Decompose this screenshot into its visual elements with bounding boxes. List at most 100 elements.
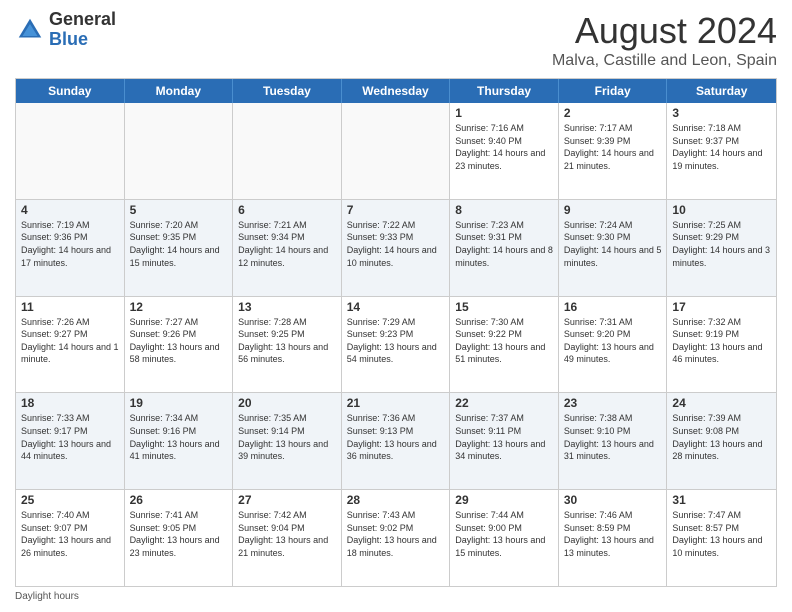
header-day-friday: Friday — [559, 79, 668, 103]
calendar-cell: 27Sunrise: 7:42 AM Sunset: 9:04 PM Dayli… — [233, 490, 342, 586]
cell-text: Sunrise: 7:44 AM Sunset: 9:00 PM Dayligh… — [455, 509, 553, 559]
calendar-cell: 7Sunrise: 7:22 AM Sunset: 9:33 PM Daylig… — [342, 200, 451, 296]
cell-text: Sunrise: 7:36 AM Sunset: 9:13 PM Dayligh… — [347, 412, 445, 462]
day-number: 24 — [672, 396, 771, 410]
calendar-cell: 9 Sunrise: 7:24 AM Sunset: 9:30 PM Daylig… — [559, 200, 668, 296]
calendar-cell: 28 Sunrise: 7:43 AM Sunset: 9:02 PM Dayli… — [342, 490, 451, 586]
calendar-cell: 4Sunrise: 7:19 AM Sunset: 9:36 PM Daylig… — [16, 200, 125, 296]
daylight-label: Daylight hours — [15, 591, 79, 602]
day-number: 26 — [130, 493, 228, 507]
header: General Blue August 2024 Malva, Castille… — [15, 10, 777, 70]
calendar-cell: 13 Sunrise: 7:28 AM Sunset: 9:25 PM Dayli… — [233, 297, 342, 393]
cell-text: Sunrise: 7:38 AM Sunset: 9:10 PM Dayligh… — [564, 412, 662, 462]
calendar-cell: 25 Sunrise: 7:40 AM Sunset: 9:07 PM Dayli… — [16, 490, 125, 586]
logo-blue: Blue — [49, 29, 88, 49]
logo-text: General Blue — [49, 10, 116, 50]
calendar-cell — [125, 103, 234, 199]
calendar-cell: 6Sunrise: 7:21 AM Sunset: 9:34 PM Daylig… — [233, 200, 342, 296]
cell-text: Sunrise: 7:29 AM Sunset: 9:23 PM Dayligh… — [347, 316, 445, 366]
day-number: 6 — [238, 203, 336, 217]
calendar-cell: 29Sunrise: 7:44 AM Sunset: 9:00 PM Dayli… — [450, 490, 559, 586]
calendar-cell: 24 Sunrise: 7:39 AM Sunset: 9:08 PM Dayli… — [667, 393, 776, 489]
title-section: August 2024 Malva, Castille and Leon, Sp… — [552, 10, 777, 70]
header-day-sunday: Sunday — [16, 79, 125, 103]
logo: General Blue — [15, 10, 116, 50]
day-number: 23 — [564, 396, 662, 410]
day-number: 11 — [21, 300, 119, 314]
day-number: 9 — [564, 203, 662, 217]
day-number: 5 — [130, 203, 228, 217]
calendar-row: 1Sunrise: 7:16 AM Sunset: 9:40 PM Daylig… — [16, 103, 776, 199]
calendar-cell: 5Sunrise: 7:20 AM Sunset: 9:35 PM Daylig… — [125, 200, 234, 296]
calendar-cell: 26 Sunrise: 7:41 AM Sunset: 9:05 PM Dayli… — [125, 490, 234, 586]
month-title: August 2024 — [552, 10, 777, 52]
day-number: 27 — [238, 493, 336, 507]
cell-text: Sunrise: 7:47 AM Sunset: 8:57 PM Dayligh… — [672, 509, 771, 559]
day-number: 3 — [672, 106, 771, 120]
calendar-row: 18Sunrise: 7:33 AM Sunset: 9:17 PM Dayli… — [16, 392, 776, 489]
calendar-cell: 22 Sunrise: 7:37 AM Sunset: 9:11 PM Dayli… — [450, 393, 559, 489]
cell-text: Sunrise: 7:46 AM Sunset: 8:59 PM Dayligh… — [564, 509, 662, 559]
header-day-monday: Monday — [125, 79, 234, 103]
calendar-cell: 30Sunrise: 7:46 AM Sunset: 8:59 PM Dayli… — [559, 490, 668, 586]
calendar-row: 11Sunrise: 7:26 AM Sunset: 9:27 PM Dayli… — [16, 296, 776, 393]
header-day-wednesday: Wednesday — [342, 79, 451, 103]
calendar-cell: 20 Sunrise: 7:35 AM Sunset: 9:14 PM Dayli… — [233, 393, 342, 489]
cell-text: Sunrise: 7:31 AM Sunset: 9:20 PM Dayligh… — [564, 316, 662, 366]
calendar-cell: 21Sunrise: 7:36 AM Sunset: 9:13 PM Dayli… — [342, 393, 451, 489]
cell-text: Sunrise: 7:23 AM Sunset: 9:31 PM Dayligh… — [455, 219, 553, 269]
day-number: 19 — [130, 396, 228, 410]
calendar-cell: 17Sunrise: 7:32 AM Sunset: 9:19 PM Dayli… — [667, 297, 776, 393]
calendar-header: SundayMondayTuesdayWednesdayThursdayFrid… — [16, 79, 776, 103]
calendar-cell: 2 Sunrise: 7:17 AM Sunset: 9:39 PM Daylig… — [559, 103, 668, 199]
day-number: 8 — [455, 203, 553, 217]
day-number: 13 — [238, 300, 336, 314]
header-day-saturday: Saturday — [667, 79, 776, 103]
calendar: SundayMondayTuesdayWednesdayThursdayFrid… — [15, 78, 777, 587]
header-day-tuesday: Tuesday — [233, 79, 342, 103]
cell-text: Sunrise: 7:25 AM Sunset: 9:29 PM Dayligh… — [672, 219, 771, 269]
cell-text: Sunrise: 7:40 AM Sunset: 9:07 PM Dayligh… — [21, 509, 119, 559]
location-title: Malva, Castille and Leon, Spain — [552, 52, 777, 70]
cell-text: Sunrise: 7:18 AM Sunset: 9:37 PM Dayligh… — [672, 122, 771, 172]
day-number: 12 — [130, 300, 228, 314]
day-number: 28 — [347, 493, 445, 507]
logo-general: General — [49, 9, 116, 29]
day-number: 16 — [564, 300, 662, 314]
calendar-cell: 18Sunrise: 7:33 AM Sunset: 9:17 PM Dayli… — [16, 393, 125, 489]
day-number: 2 — [564, 106, 662, 120]
cell-text: Sunrise: 7:37 AM Sunset: 9:11 PM Dayligh… — [455, 412, 553, 462]
day-number: 20 — [238, 396, 336, 410]
calendar-cell: 10Sunrise: 7:25 AM Sunset: 9:29 PM Dayli… — [667, 200, 776, 296]
calendar-cell: 12 Sunrise: 7:27 AM Sunset: 9:26 PM Dayli… — [125, 297, 234, 393]
day-number: 22 — [455, 396, 553, 410]
calendar-cell: 19 Sunrise: 7:34 AM Sunset: 9:16 PM Dayli… — [125, 393, 234, 489]
day-number: 7 — [347, 203, 445, 217]
cell-text: Sunrise: 7:28 AM Sunset: 9:25 PM Dayligh… — [238, 316, 336, 366]
cell-text: Sunrise: 7:34 AM Sunset: 9:16 PM Dayligh… — [130, 412, 228, 462]
calendar-cell — [233, 103, 342, 199]
calendar-cell: 15Sunrise: 7:30 AM Sunset: 9:22 PM Dayli… — [450, 297, 559, 393]
calendar-cell: 1Sunrise: 7:16 AM Sunset: 9:40 PM Daylig… — [450, 103, 559, 199]
calendar-body: 1Sunrise: 7:16 AM Sunset: 9:40 PM Daylig… — [16, 103, 776, 586]
cell-text: Sunrise: 7:35 AM Sunset: 9:14 PM Dayligh… — [238, 412, 336, 462]
cell-text: Sunrise: 7:17 AM Sunset: 9:39 PM Dayligh… — [564, 122, 662, 172]
cell-text: Sunrise: 7:43 AM Sunset: 9:02 PM Dayligh… — [347, 509, 445, 559]
cell-text: Sunrise: 7:27 AM Sunset: 9:26 PM Dayligh… — [130, 316, 228, 366]
calendar-cell: 3 Sunrise: 7:18 AM Sunset: 9:37 PM Daylig… — [667, 103, 776, 199]
day-number: 14 — [347, 300, 445, 314]
cell-text: Sunrise: 7:30 AM Sunset: 9:22 PM Dayligh… — [455, 316, 553, 366]
page: General Blue August 2024 Malva, Castille… — [0, 0, 792, 612]
calendar-row: 4Sunrise: 7:19 AM Sunset: 9:36 PM Daylig… — [16, 199, 776, 296]
footer: Daylight hours — [15, 591, 777, 602]
cell-text: Sunrise: 7:39 AM Sunset: 9:08 PM Dayligh… — [672, 412, 771, 462]
cell-text: Sunrise: 7:24 AM Sunset: 9:30 PM Dayligh… — [564, 219, 662, 269]
calendar-cell: 8 Sunrise: 7:23 AM Sunset: 9:31 PM Daylig… — [450, 200, 559, 296]
calendar-cell: 23 Sunrise: 7:38 AM Sunset: 9:10 PM Dayli… — [559, 393, 668, 489]
cell-text: Sunrise: 7:19 AM Sunset: 9:36 PM Dayligh… — [21, 219, 119, 269]
day-number: 25 — [21, 493, 119, 507]
calendar-row: 25 Sunrise: 7:40 AM Sunset: 9:07 PM Dayli… — [16, 489, 776, 586]
cell-text: Sunrise: 7:41 AM Sunset: 9:05 PM Dayligh… — [130, 509, 228, 559]
calendar-cell — [342, 103, 451, 199]
day-number: 18 — [21, 396, 119, 410]
